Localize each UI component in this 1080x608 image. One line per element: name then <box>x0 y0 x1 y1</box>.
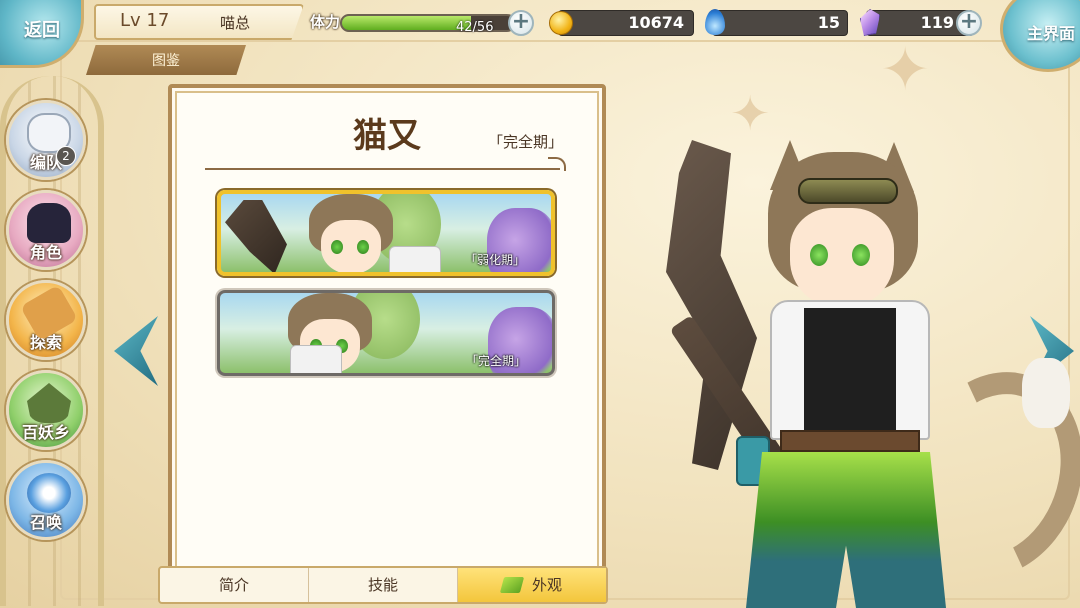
background-star-icon: ✦ <box>880 35 931 105</box>
tab-skills[interactable]: 技能 <box>309 568 458 602</box>
gold-amount: 10674 <box>628 13 684 32</box>
house-icon <box>27 383 71 423</box>
plus-icon: + <box>959 9 979 34</box>
home-button-label: 主界面 <box>1026 24 1075 43</box>
belt <box>780 430 920 452</box>
player-level: Lv 17 <box>120 10 170 31</box>
flame-icon <box>705 9 725 35</box>
title-divider <box>205 168 560 170</box>
character-portrait <box>620 140 1080 608</box>
staff-icon <box>225 200 287 272</box>
coin-icon <box>549 11 573 35</box>
back-button-label: 返回 <box>24 20 60 41</box>
tab-appearance[interactable]: 外观 <box>458 568 606 602</box>
leaf-icon <box>499 577 525 593</box>
face <box>321 220 381 272</box>
eye-left <box>810 244 828 266</box>
add-stamina-button[interactable]: + <box>508 10 534 36</box>
character-icon <box>27 203 71 243</box>
swirl-icon <box>27 473 71 513</box>
background-star-icon: ✦ <box>730 86 771 142</box>
tail-tip <box>1022 358 1070 428</box>
form-stage-label: 「弱化期」 <box>464 253 525 267</box>
add-crystal-button[interactable]: + <box>956 10 982 36</box>
sidebar-item-character[interactable]: 角色 <box>6 190 86 270</box>
team-count-badge: 2 <box>56 146 76 166</box>
player-name: 喵总 <box>220 14 251 32</box>
jacket <box>389 246 441 272</box>
eye-left <box>331 240 343 254</box>
tab-label: 技能 <box>367 576 398 594</box>
eye-right <box>852 244 870 266</box>
sidebar-item-village[interactable]: 百妖乡 <box>6 370 86 450</box>
tab-label: 外观 <box>531 576 562 594</box>
detail-tabs: 简介 技能 外观 <box>158 566 608 604</box>
plus-icon: + <box>511 9 531 34</box>
sidebar-item-explore[interactable]: 探索 <box>6 280 86 360</box>
stamina-bar-fill <box>342 16 471 30</box>
scroll-icon <box>19 284 79 342</box>
sidebar-item-summon[interactable]: 召唤 <box>6 460 86 540</box>
blue-flame-amount: 15 <box>817 13 840 32</box>
jacket <box>290 345 342 373</box>
face <box>790 208 894 308</box>
stamina-value: 42/56 <box>456 20 494 35</box>
form-portrait <box>301 194 397 272</box>
eye-right <box>357 240 369 254</box>
form-stage-label: 「完全期」 <box>465 354 526 368</box>
shirt <box>804 308 896 442</box>
form-card-weakened[interactable]: 「弱化期」 <box>217 190 555 276</box>
stamina-label: 体力 <box>310 13 341 31</box>
section-label: 图鉴 <box>152 53 180 69</box>
goggles <box>798 178 898 204</box>
tab-label: 简介 <box>218 576 249 594</box>
pants <box>746 452 946 608</box>
crystal-amount: 119 <box>920 13 954 32</box>
tab-intro[interactable]: 简介 <box>160 568 309 602</box>
sidebar-item-team[interactable]: 编队 <box>6 100 86 180</box>
current-stage: 「完全期」 <box>488 133 564 151</box>
form-card-complete[interactable]: 「完全期」 <box>217 290 555 376</box>
